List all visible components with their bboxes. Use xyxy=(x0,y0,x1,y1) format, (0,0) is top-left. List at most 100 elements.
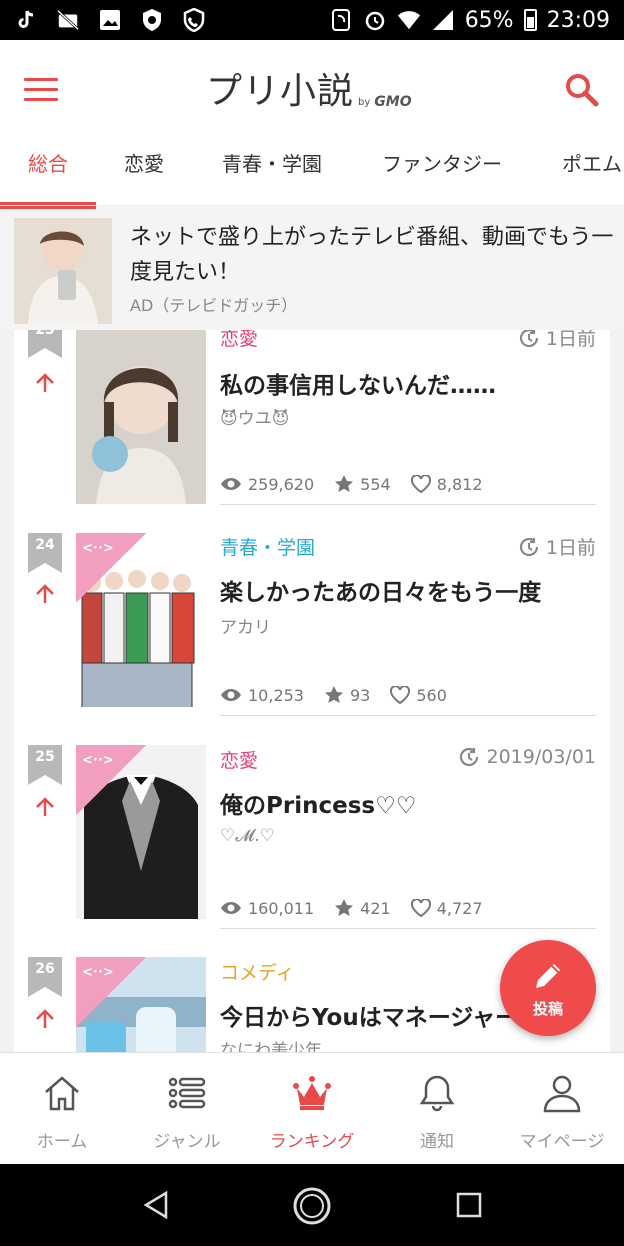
likes-stat: 8,812 xyxy=(410,474,483,494)
rank-up-arrow-icon xyxy=(36,797,54,816)
pencil-icon xyxy=(536,964,560,988)
story-updated: 2019/03/01 xyxy=(458,746,596,768)
ad-title[interactable]: ネットで盛り上がったテレビ番組、動画でもう一度見たい！ xyxy=(130,220,620,290)
story-time-text: 1日前 xyxy=(545,330,596,350)
stars-stat: 93 xyxy=(324,685,370,705)
story-stats: 10,253 93 560 xyxy=(220,685,461,705)
nav-notifications-label: 通知 xyxy=(420,1132,454,1152)
clock: 23:09 xyxy=(546,7,610,33)
new-ribbon: <··> xyxy=(76,533,146,603)
item-divider xyxy=(220,715,596,716)
nav-notifications[interactable]: 通知 xyxy=(375,1053,499,1165)
new-ribbon-text: <··> xyxy=(82,965,114,980)
post-button[interactable]: 投稿 xyxy=(500,940,596,1036)
story-time-text: 1日前 xyxy=(545,537,596,559)
home-button-icon[interactable] xyxy=(292,1186,332,1226)
genre-tabs: 総合 恋愛 青春・学園 ファンタジー ポエム xyxy=(0,136,624,206)
views-count: 10,253 xyxy=(248,685,304,705)
stars-count: 421 xyxy=(360,898,391,918)
crown-icon xyxy=(293,1076,331,1110)
system-navigation-bar xyxy=(0,1164,624,1246)
stars-count: 554 xyxy=(360,474,391,494)
story-genre: 青春・学園 xyxy=(220,537,316,559)
rank-badge: 23 xyxy=(28,330,62,358)
story-author[interactable]: なにわ美少年 xyxy=(220,1036,322,1052)
nav-mypage[interactable]: マイページ xyxy=(500,1053,624,1165)
story-title[interactable]: 俺のPrincess♡♡ xyxy=(220,786,416,820)
logo-brand: GMO xyxy=(374,94,412,110)
menu-icon[interactable] xyxy=(24,78,58,102)
nav-ranking[interactable]: ランキング xyxy=(250,1053,374,1165)
story-thumbnail[interactable]: <··> xyxy=(76,533,206,707)
views-stat: 10,253 xyxy=(220,686,304,705)
item-divider xyxy=(220,504,596,505)
app-logo[interactable]: プリ小説 by GMO xyxy=(206,62,412,114)
story-thumbnail[interactable] xyxy=(76,330,206,504)
home-icon xyxy=(45,1076,79,1111)
story-title[interactable]: 楽しかったあの日々をもう一度 xyxy=(220,573,541,607)
story-author[interactable]: ♡𝓜.♡ xyxy=(220,826,275,846)
recent-apps-icon[interactable] xyxy=(456,1192,482,1218)
nfc-icon xyxy=(329,8,353,32)
likes-count: 560 xyxy=(416,685,447,705)
rank-up-arrow-icon xyxy=(36,373,54,392)
views-stat: 259,620 xyxy=(220,475,314,494)
cell-signal-icon xyxy=(431,8,455,32)
wifi-icon xyxy=(397,8,421,32)
new-ribbon: <··> xyxy=(76,745,146,815)
bell-icon xyxy=(419,1075,455,1112)
rank-badge: 24 xyxy=(28,533,62,573)
tab-youth-school[interactable]: 青春・学園 xyxy=(222,148,322,177)
ad-thumbnail[interactable] xyxy=(14,218,112,324)
ad-top-accent xyxy=(0,206,96,209)
nav-home[interactable]: ホーム xyxy=(0,1053,124,1165)
tab-fantasy[interactable]: ファンタジー xyxy=(382,148,502,177)
rank-badge: 26 xyxy=(28,957,62,997)
ranking-item[interactable]: 24 <··> 青春・学園 1日前 楽しかったあの日々をもう一度 アカリ 10,… xyxy=(0,529,624,740)
nav-home-label: ホーム xyxy=(36,1132,88,1152)
back-icon[interactable] xyxy=(142,1190,170,1220)
story-author[interactable]: 😈ウユ😈 xyxy=(220,404,289,429)
battery-percent: 65% xyxy=(464,7,514,33)
story-title[interactable]: 私の事信用しないんだ…… xyxy=(220,366,496,400)
story-thumbnail[interactable]: <··> xyxy=(76,745,206,919)
tab-overall[interactable]: 総合 xyxy=(28,148,68,177)
stars-stat: 421 xyxy=(334,898,391,918)
tab-romance[interactable]: 恋愛 xyxy=(124,148,164,177)
ad-banner[interactable]: ネットで盛り上がったテレビ番組、動画でもう一度見たい！ AD（テレビドガッチ） xyxy=(0,206,624,330)
story-updated: 1日前 xyxy=(518,533,596,560)
ranking-item[interactable]: 23 恋愛 1日前 私の事信用しないんだ…… 😈ウユ😈 259,620 554 … xyxy=(0,330,624,529)
ranking-item[interactable]: 25 <··> 恋愛 2019/03/01 俺のPrincess♡♡ ♡𝓜.♡ … xyxy=(0,740,624,951)
post-button-label: 投稿 xyxy=(532,1000,563,1018)
nav-genre[interactable]: ジャンル xyxy=(125,1053,249,1165)
eye-icon xyxy=(221,689,241,701)
story-thumbnail[interactable]: <··> xyxy=(76,957,206,1052)
search-icon[interactable] xyxy=(564,72,600,108)
story-author[interactable]: アカリ xyxy=(220,613,271,638)
star-icon xyxy=(335,899,354,916)
nav-mypage-label: マイページ xyxy=(519,1132,605,1152)
story-title[interactable]: 今日からYouはマネージャー xyxy=(220,998,518,1032)
battery-icon xyxy=(523,9,537,31)
story-genre: 恋愛 xyxy=(220,330,259,350)
views-stat: 160,011 xyxy=(220,899,314,918)
clock-icon xyxy=(519,537,539,556)
story-time-text: 2019/03/01 xyxy=(486,746,596,768)
stars-stat: 554 xyxy=(334,474,391,494)
eye-icon xyxy=(221,902,241,914)
new-ribbon-text: <··> xyxy=(82,753,114,768)
tab-poem[interactable]: ポエム xyxy=(562,148,622,177)
clock-icon xyxy=(519,330,539,347)
heart-icon xyxy=(410,475,431,493)
star-icon xyxy=(324,686,343,703)
bottom-navigation: ホーム ジャンル ランキング 通知 マイページ xyxy=(0,1052,624,1164)
image-icon xyxy=(98,8,122,32)
likes-count: 8,812 xyxy=(436,474,483,494)
views-count: 259,620 xyxy=(248,474,315,494)
clock-icon xyxy=(460,747,479,767)
story-genre: コメディ xyxy=(220,962,295,984)
heart-icon xyxy=(410,899,431,917)
nav-genre-label: ジャンル xyxy=(153,1132,221,1152)
heart-icon xyxy=(390,686,411,704)
rank-up-arrow-icon xyxy=(36,1009,54,1028)
